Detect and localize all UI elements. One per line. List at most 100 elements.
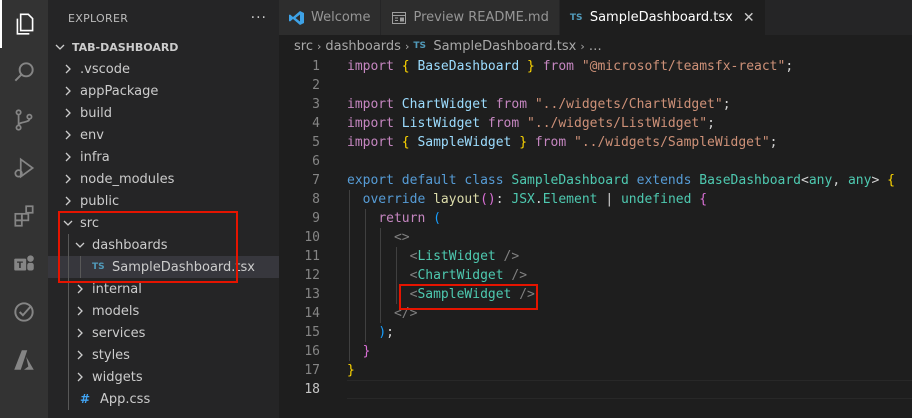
code-token: ; — [769, 135, 778, 150]
folder-item[interactable]: public — [48, 190, 279, 212]
indent-guide — [68, 300, 69, 322]
workspace-section[interactable]: TAB-DASHBOARD — [48, 36, 279, 58]
ts-icon: TS — [92, 262, 105, 272]
chevron-right-icon — [60, 61, 76, 77]
folder-item[interactable]: infra — [48, 146, 279, 168]
code-token: } — [362, 344, 371, 359]
folder-item[interactable]: build — [48, 102, 279, 124]
code-line: 5 import { SampleWidget } from "../widget… — [279, 133, 912, 152]
code-line: 6 — [279, 152, 912, 171]
code-token: } — [519, 135, 528, 150]
tree-item-label: node_modules — [80, 171, 175, 187]
azure-icon[interactable] — [0, 336, 48, 384]
indent-guide — [68, 366, 69, 388]
explorer-icon[interactable] — [0, 0, 48, 48]
code-token: ( — [433, 211, 441, 226]
code-text: <ChartWidget /> — [347, 268, 527, 283]
tab-sampledashboard[interactable]: TS SampleDashboard.tsx ✕ — [559, 0, 766, 35]
breadcrumb: src › dashboards › TS SampleDashboard.ts… — [279, 35, 912, 57]
indent-guide — [68, 234, 69, 256]
chevron-down-icon — [60, 215, 76, 231]
chevron-right-icon — [60, 105, 76, 121]
code-text: <ListWidget /> — [347, 249, 520, 264]
chevron-right-icon: › — [404, 39, 410, 53]
folder-item[interactable]: env — [48, 124, 279, 146]
code-token: } — [527, 59, 535, 74]
folder-item[interactable]: styles — [48, 344, 279, 366]
code-token: /> — [495, 249, 520, 264]
breadcrumb-src[interactable]: src — [294, 39, 313, 54]
line-number: 1 — [312, 59, 320, 74]
tree-item-label: models — [92, 303, 140, 319]
chevron-right-icon — [72, 369, 88, 385]
code-token: ; — [722, 97, 731, 112]
code-token: import — [347, 135, 394, 150]
explorer-sidebar: EXPLORER ··· TAB-DASHBOARD .vscode appPac… — [48, 0, 279, 418]
code-line: 1 import { BaseDashboard } from "@microso… — [279, 57, 912, 76]
tree-item-label: internal — [92, 281, 142, 297]
source-control-icon[interactable] — [0, 96, 48, 144]
code-text: return ( — [347, 211, 441, 226]
chevron-right-icon — [60, 83, 76, 99]
folder-item[interactable]: services — [48, 322, 279, 344]
code-line: 18 — [279, 380, 912, 399]
code-token: import — [347, 97, 394, 112]
tab-preview-readme[interactable]: Preview README.md — [381, 0, 560, 35]
explorer-title: EXPLORER — [68, 11, 129, 25]
tab-welcome[interactable]: Welcome — [279, 0, 382, 35]
more-actions-icon[interactable]: ··· — [251, 10, 267, 26]
code-token: <> — [393, 230, 410, 245]
code-text: import ChartWidget from "../widgets/Char… — [347, 97, 731, 112]
folder-item[interactable]: internal — [48, 278, 279, 300]
search-icon[interactable] — [0, 48, 48, 96]
tree-item-label: dashboards — [92, 237, 168, 253]
svg-text:T: T — [17, 261, 23, 271]
line-number: 18 — [304, 382, 320, 397]
activity-bar: T — [0, 0, 48, 418]
folder-item[interactable]: widgets — [48, 366, 279, 388]
code-text: export default class SampleDashboard ext… — [347, 173, 895, 188]
chevron-right-icon: › — [580, 39, 585, 53]
code-token: from — [542, 59, 574, 74]
code-line: 9 return ( — [279, 209, 912, 228]
code-token: override — [362, 192, 426, 207]
line-number: 15 — [304, 325, 320, 340]
testing-icon[interactable] — [0, 288, 48, 336]
file-item[interactable]: # App.css — [48, 388, 279, 410]
extensions-icon[interactable] — [0, 192, 48, 240]
code-token: Element — [542, 192, 598, 207]
breadcrumb-file[interactable]: SampleDashboard.tsx — [433, 39, 576, 54]
line-number: 9 — [312, 211, 320, 226]
line-number: 11 — [304, 249, 320, 264]
folder-item[interactable]: .vscode — [48, 58, 279, 80]
breadcrumb-dashboards[interactable]: dashboards — [325, 39, 401, 54]
file-item[interactable]: TS SampleDashboard.tsx — [48, 256, 279, 278]
code-line: 12 <ChartWidget /> — [279, 266, 912, 285]
preview-icon — [391, 10, 407, 26]
folder-item[interactable]: appPackage — [48, 80, 279, 102]
run-debug-icon[interactable] — [0, 144, 48, 192]
code-line: 17} — [279, 361, 912, 380]
chevron-right-icon — [60, 127, 76, 143]
folder-item[interactable]: src — [48, 212, 279, 234]
folder-item[interactable]: dashboards — [48, 234, 279, 256]
line-number: 13 — [304, 287, 320, 302]
code-line: 7 export default class SampleDashboard ex… — [279, 171, 912, 190]
folder-item[interactable]: node_modules — [48, 168, 279, 190]
code-text: </> — [347, 306, 417, 321]
folder-item[interactable]: models — [48, 300, 279, 322]
close-icon[interactable]: ✕ — [743, 10, 755, 26]
code-token: { — [887, 173, 895, 188]
code-editor[interactable]: 1 import { BaseDashboard } from "@microso… — [279, 57, 912, 399]
code-token: ) — [378, 325, 387, 340]
chevron-right-icon — [60, 149, 76, 165]
file-tree: .vscode appPackage build env infra node_modul… — [48, 58, 279, 410]
code-token: : — [495, 192, 504, 207]
line-number: 2 — [312, 78, 320, 93]
breadcrumb-symbol[interactable]: … — [589, 39, 602, 54]
teams-toolkit-icon[interactable]: T — [0, 240, 48, 288]
chevron-right-icon — [72, 281, 88, 297]
chevron-right-icon — [60, 193, 76, 209]
tree-item-label: infra — [80, 149, 110, 165]
line-number: 16 — [304, 344, 320, 359]
